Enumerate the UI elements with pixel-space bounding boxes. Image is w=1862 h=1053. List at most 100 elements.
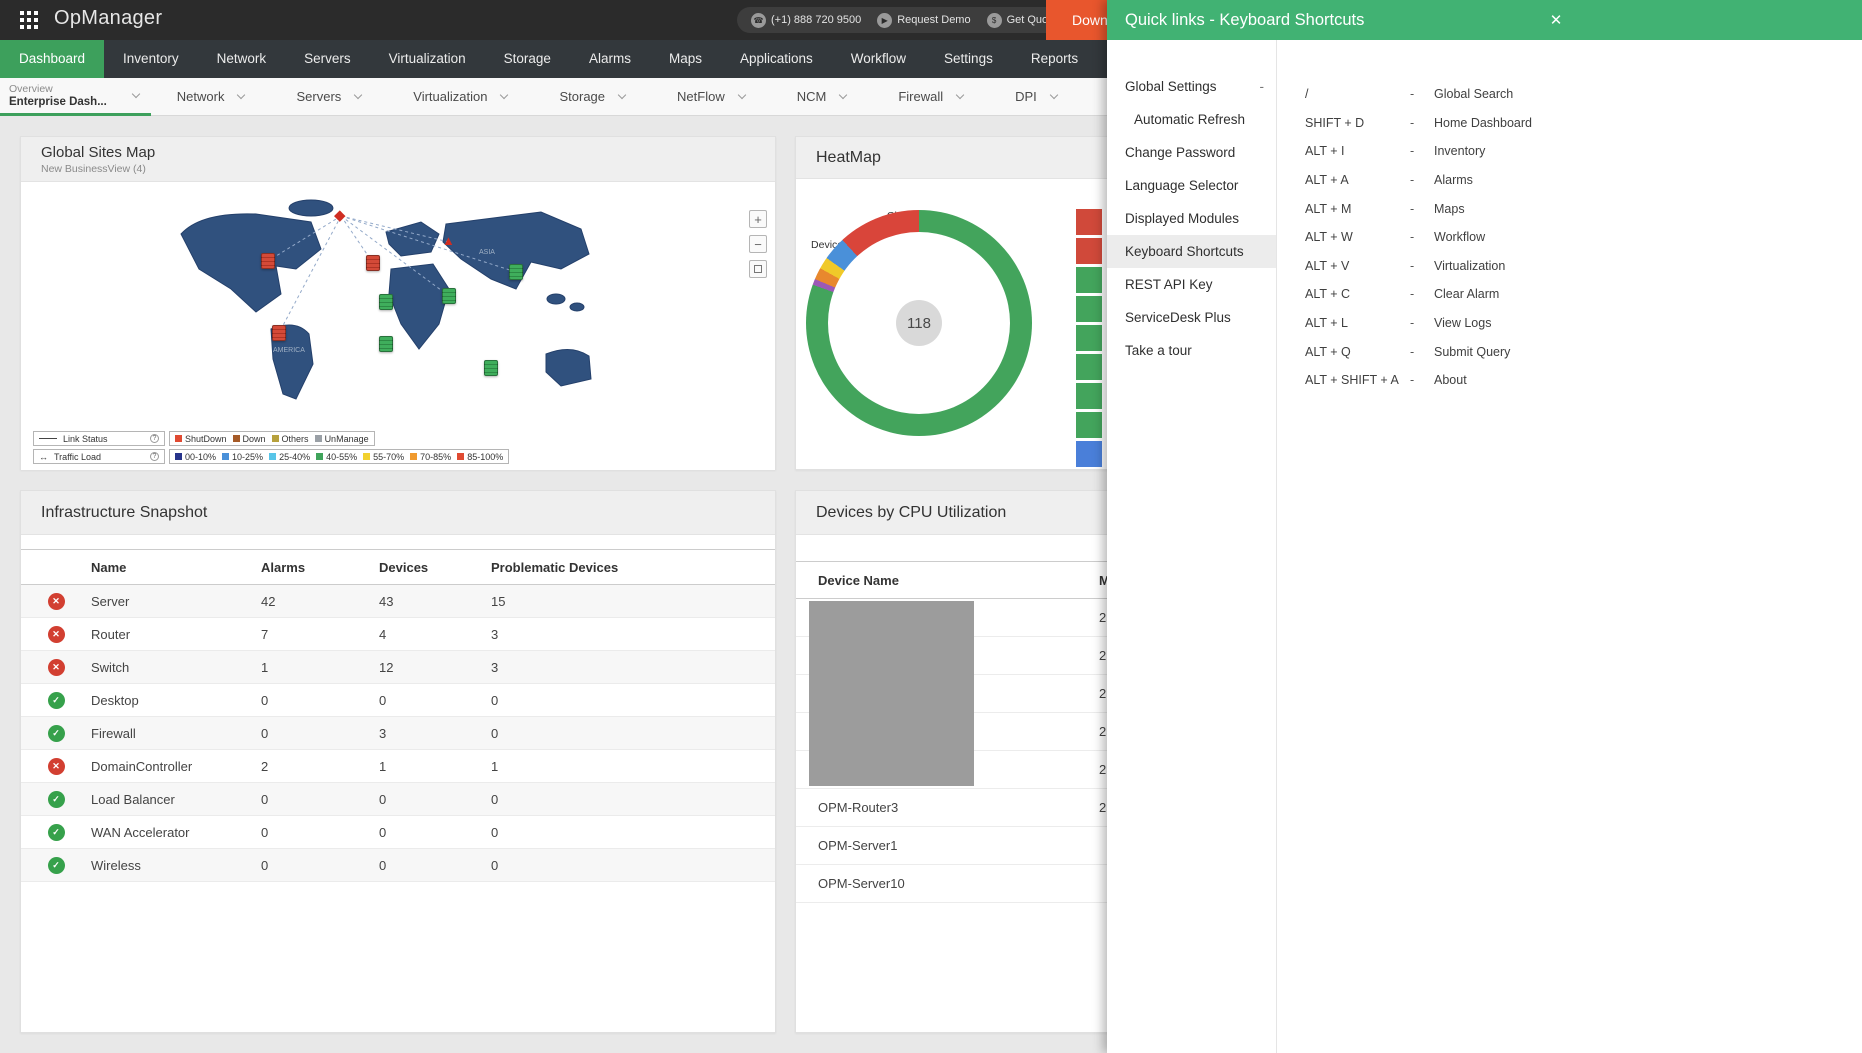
fullscreen-button[interactable] bbox=[749, 260, 767, 278]
table-row[interactable]: Router 7 4 3 bbox=[21, 618, 775, 651]
nav-item[interactable]: Network bbox=[198, 40, 286, 78]
shortcut-separator: - bbox=[1410, 316, 1415, 331]
nav-item[interactable]: Maps bbox=[650, 40, 721, 78]
quicklinks-menu-item[interactable]: Displayed Modules bbox=[1107, 202, 1276, 235]
heatmap-donut[interactable]: 118 bbox=[806, 210, 1032, 436]
table-row[interactable]: Wireless 0 0 0 bbox=[21, 849, 775, 882]
cell-name: Router bbox=[91, 626, 131, 642]
site-marker-diamond[interactable]: ◆ bbox=[334, 208, 346, 223]
nav-item[interactable]: Virtualization bbox=[370, 40, 485, 78]
world-map[interactable]: ASIA AMERICA ◆ ▲ + − Link Status ? ShutD… bbox=[21, 182, 775, 470]
subnav-item[interactable]: NCM bbox=[771, 78, 873, 115]
help-icon[interactable]: ? bbox=[150, 452, 159, 461]
quicklinks-menu-item[interactable]: Change Password bbox=[1107, 136, 1276, 169]
subnav-item[interactable]: NetFlow bbox=[651, 78, 771, 115]
shortcut-separator: - bbox=[1410, 87, 1415, 102]
legend-item: 70-85% bbox=[410, 452, 451, 462]
subnav-item[interactable]: DPI bbox=[989, 78, 1083, 115]
shortcut-action: Alarms bbox=[1434, 173, 1473, 188]
cell-devices: 4 bbox=[379, 626, 387, 642]
color-swatch bbox=[410, 453, 418, 460]
color-swatch bbox=[314, 435, 322, 442]
zoom-out-button[interactable]: − bbox=[749, 235, 767, 253]
site-marker-triangle[interactable]: ▲ bbox=[442, 234, 455, 247]
table-row[interactable]: Desktop 0 0 0 bbox=[21, 684, 775, 717]
site-marker[interactable] bbox=[484, 360, 498, 376]
panel-header: Infrastructure Snapshot bbox=[21, 491, 775, 535]
heatmap-tile[interactable] bbox=[1076, 412, 1102, 438]
heatmap-tile[interactable] bbox=[1076, 296, 1102, 322]
nav-item[interactable]: Workflow bbox=[832, 40, 925, 78]
color-swatch bbox=[222, 453, 230, 460]
cell-devices: 0 bbox=[379, 824, 387, 840]
shortcut-action: Global Search bbox=[1434, 87, 1514, 102]
heatmap-tile[interactable] bbox=[1076, 238, 1102, 264]
status-icon bbox=[47, 757, 65, 775]
site-marker[interactable] bbox=[379, 294, 393, 310]
site-marker[interactable] bbox=[261, 253, 275, 269]
nav-item[interactable]: Servers bbox=[285, 40, 370, 78]
tab-dashboard-label: Enterprise Dash... bbox=[9, 96, 107, 108]
shortcut-row: ALT + L - View Logs bbox=[1305, 309, 1532, 338]
quicklinks-menu-item[interactable]: Language Selector bbox=[1107, 169, 1276, 202]
shortcut-row: ALT + M - Maps bbox=[1305, 194, 1532, 223]
heatmap-tile[interactable] bbox=[1076, 267, 1102, 293]
cell-devices: 3 bbox=[379, 725, 387, 741]
nav-item[interactable]: Applications bbox=[721, 40, 832, 78]
heatmap-tile[interactable] bbox=[1076, 209, 1102, 235]
chevron-down-icon bbox=[354, 90, 363, 100]
quicklinks-menu-item[interactable]: REST API Key bbox=[1107, 268, 1276, 301]
subnav-item[interactable]: Firewall bbox=[872, 78, 989, 115]
table-row[interactable]: Firewall 0 3 0 bbox=[21, 717, 775, 750]
subnav-item[interactable]: Virtualization bbox=[387, 78, 533, 115]
cell-problematic: 3 bbox=[491, 626, 499, 642]
table-row[interactable]: WAN Accelerator 0 0 0 bbox=[21, 816, 775, 849]
shortcut-key: / bbox=[1305, 87, 1309, 102]
close-icon[interactable]: ✕ bbox=[1541, 0, 1571, 40]
zoom-in-button[interactable]: + bbox=[749, 210, 767, 228]
request-demo-icon[interactable]: ▶ Request Demo bbox=[877, 12, 971, 28]
quicklinks-menu-item[interactable]: Automatic Refresh bbox=[1107, 103, 1276, 136]
table-row[interactable]: Server 42 43 15 bbox=[21, 585, 775, 618]
site-marker[interactable] bbox=[272, 325, 286, 341]
table-row[interactable]: Load Balancer 0 0 0 bbox=[21, 783, 775, 816]
site-marker[interactable] bbox=[442, 288, 456, 304]
nav-item[interactable]: Alarms bbox=[570, 40, 650, 78]
site-marker[interactable] bbox=[509, 264, 523, 280]
tab-enterprise-dashboard[interactable]: Overview Enterprise Dash... bbox=[0, 78, 151, 116]
site-marker[interactable] bbox=[366, 255, 380, 271]
site-marker[interactable] bbox=[379, 336, 393, 352]
subnav-item[interactable]: Storage bbox=[533, 78, 651, 115]
quick-links-menu: Global Settings - Automatic Refresh Chan… bbox=[1107, 40, 1277, 1053]
table-row[interactable]: DomainController 2 1 1 bbox=[21, 750, 775, 783]
heatmap-tile[interactable] bbox=[1076, 383, 1102, 409]
quicklinks-menu-item[interactable]: Global Settings - bbox=[1107, 70, 1276, 103]
shortcut-row: ALT + Q - Submit Query bbox=[1305, 337, 1532, 366]
legend-item: ShutDown bbox=[175, 434, 227, 444]
heatmap-tile[interactable] bbox=[1076, 354, 1102, 380]
color-swatch bbox=[271, 435, 279, 442]
shortcut-action: Clear Alarm bbox=[1434, 287, 1500, 302]
tab-overview-label: Overview bbox=[9, 83, 53, 95]
subnav-item[interactable]: Servers bbox=[270, 78, 387, 115]
panel-title: Quick links - Keyboard Shortcuts bbox=[1125, 10, 1365, 29]
nav-item[interactable]: Storage bbox=[485, 40, 570, 78]
legend-item: 25-40% bbox=[269, 452, 310, 462]
phone-icon[interactable]: ☎ (+1) 888 720 9500 bbox=[751, 12, 861, 28]
quicklinks-menu-item[interactable]: ServiceDesk Plus bbox=[1107, 301, 1276, 334]
help-icon[interactable]: ? bbox=[150, 434, 159, 443]
quicklinks-menu-item[interactable]: Take a tour bbox=[1107, 334, 1276, 367]
cell-name: Load Balancer bbox=[91, 791, 175, 807]
nav-item[interactable]: Dashboard bbox=[0, 40, 105, 78]
table-row[interactable]: Switch 1 12 3 bbox=[21, 651, 775, 684]
nav-item[interactable]: Settings bbox=[925, 40, 1012, 78]
subnav-item[interactable]: Network bbox=[151, 78, 271, 115]
nav-item[interactable]: Reports bbox=[1012, 40, 1097, 78]
table-body: Server 42 43 15 Router 7 4 3 Switch 1 12… bbox=[21, 585, 775, 882]
quicklinks-menu-item[interactable]: Keyboard Shortcuts bbox=[1107, 235, 1276, 268]
apps-grid-icon[interactable] bbox=[20, 11, 38, 29]
nav-item[interactable]: Inventory bbox=[104, 40, 198, 78]
heatmap-tile[interactable] bbox=[1076, 441, 1102, 467]
heatmap-tile[interactable] bbox=[1076, 325, 1102, 351]
svg-text:ASIA: ASIA bbox=[479, 249, 495, 256]
